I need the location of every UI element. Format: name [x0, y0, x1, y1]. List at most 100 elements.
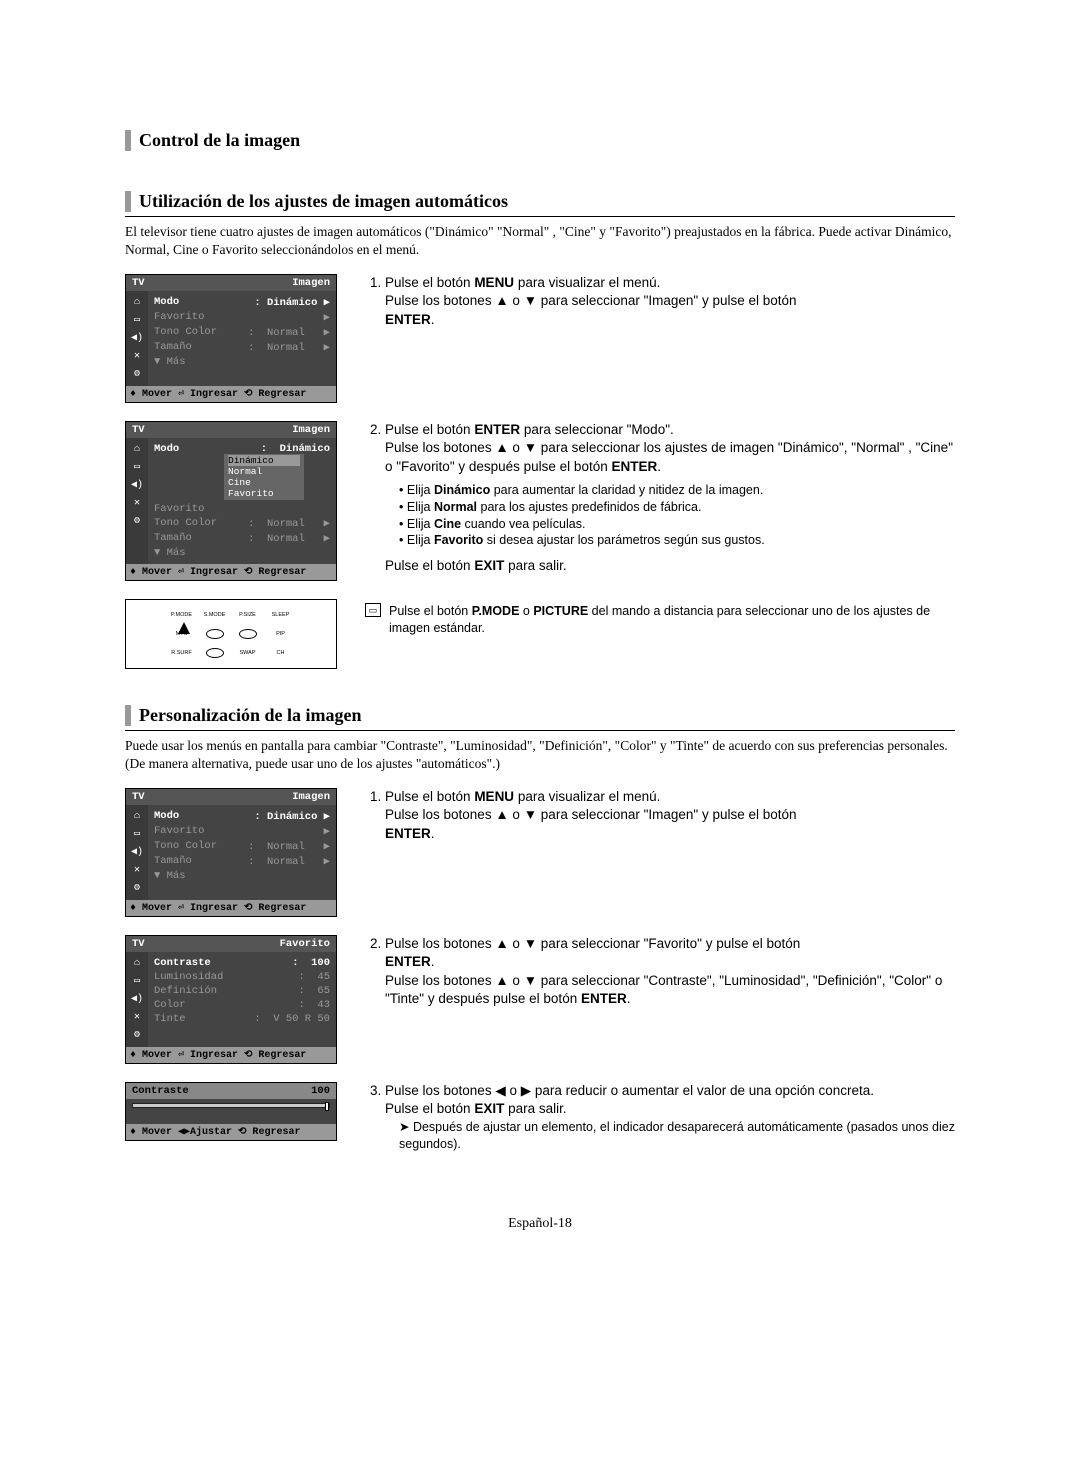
menu-tv-label: TV [132, 277, 145, 289]
intro-paragraph-2: Puede usar los menús en pantalla para ca… [125, 737, 955, 772]
menu-row-value: : Normal ▶ [248, 855, 330, 868]
menu-row-label: Tinte [154, 1013, 186, 1025]
menu-row-label: Definición [154, 985, 217, 997]
menu-title: Favorito [280, 938, 330, 950]
tv-menu-favorito: TV Favorito ⌂ ▭ ◀) ✕ ⚙ Contraste : 100 Lu… [125, 935, 337, 1064]
remote-label: SWAP [240, 650, 256, 656]
menu-row-label: Modo [154, 810, 179, 823]
page-footer: Español-18 [125, 1216, 955, 1232]
menu-row-value: : Normal ▶ [248, 517, 330, 530]
remote-oval-icon [239, 629, 257, 639]
menu-row-label: Favorito [154, 311, 204, 324]
menu-row-value: : Dinámico [261, 443, 330, 455]
picture-icon: ▭ [134, 314, 140, 326]
menu-row-label: Tono Color [154, 840, 217, 853]
menu-row-value: : V 50 R 50 [254, 1013, 330, 1025]
remote-label: CH [277, 650, 285, 656]
remote-label: R.SURF [171, 650, 191, 656]
channel-icon: ✕ [134, 864, 140, 876]
menu-footer: ♦ Mover ⏎ Ingresar ⟲ Regresar [126, 386, 336, 402]
menu-row-label: Modo [154, 296, 179, 309]
channel-icon: ✕ [134, 1011, 140, 1023]
subsection-heading: Utilización de los ajustes de imagen aut… [125, 191, 955, 212]
menu-row-label: Modo [154, 443, 179, 455]
menu-row-label: ▼ Más [154, 547, 186, 559]
menu-row-value: ▶ [324, 825, 330, 838]
menu-row-label: Tono Color [154, 517, 217, 530]
bullet-normal: Elija Normal para los ajustes predefinid… [399, 499, 955, 516]
sound-icon: ◀) [131, 993, 143, 1005]
pmode-note: ▭ Pulse el botón P.MODE o PICTURE del ma… [365, 603, 955, 637]
sound-icon: ◀) [131, 846, 143, 858]
remote-label: SLEEP [272, 612, 290, 618]
section-title: Control de la imagen [125, 130, 955, 151]
menu-row-label: Contraste [154, 957, 211, 969]
menu-footer: ♦ Mover ⏎ Ingresar ⟲ Regresar [126, 900, 336, 916]
remote-label: P.SIZE [239, 612, 256, 618]
remote-label: MTS [176, 631, 188, 637]
menu-row-label: Color [154, 999, 186, 1011]
menu-row-value: : 100 [292, 957, 330, 969]
subsection-heading-2: Personalización de la imagen [125, 705, 955, 726]
menu-row-label: ▼ Más [154, 870, 186, 882]
p3-step-1: Pulse el botón MENU para visualizar el m… [385, 788, 955, 843]
remote-label: PIP [276, 631, 285, 637]
channel-icon: ✕ [134, 497, 140, 509]
tv-icon: ⌂ [134, 958, 140, 969]
menu-row-label: Luminosidad [154, 971, 223, 983]
remote-note-icon: ▭ [365, 603, 381, 617]
p3-step-3: Pulse los botones ◀ o ▶ para reducir o a… [385, 1082, 955, 1152]
intro-paragraph: El televisor tiene cuatro ajustes de ima… [125, 223, 955, 258]
menu-row-label: Tamaño [154, 532, 192, 545]
menu-row-value: : Dinámico ▶ [254, 810, 330, 823]
bullet-dinamico: Elija Dinámico para aumentar la claridad… [399, 482, 955, 499]
slider-footer: ♦ Mover ◀▶Ajustar ⟲ Regresar [126, 1124, 336, 1140]
remote-oval-icon [206, 629, 224, 639]
mode-dropdown: Dinámico Normal Cine Favorito [224, 454, 304, 500]
remote-label: P.MODE [171, 612, 192, 618]
step-2: Pulse el botón ENTER para seleccionar "M… [385, 421, 955, 575]
menu-row-label: Favorito [154, 503, 204, 515]
menu-row-label: Tamaño [154, 855, 192, 868]
menu-row-value: : Normal ▶ [248, 840, 330, 853]
menu-tv-label: TV [132, 791, 145, 803]
sound-icon: ◀) [131, 479, 143, 491]
tv-menu-imagen-1: TV Imagen ⌂ ▭ ◀) ✕ ⚙ Modo: Dinámico ▶ Fa… [125, 274, 337, 403]
slider-thumb-icon [325, 1102, 329, 1111]
menu-footer: ♦ Mover ⏎ Ingresar ⟲ Regresar [126, 1047, 336, 1063]
menu-title: Imagen [292, 791, 330, 803]
menu-tv-label: TV [132, 938, 145, 950]
tv-icon: ⌂ [134, 297, 140, 308]
remote-oval-icon [206, 648, 224, 658]
setup-icon: ⚙ [134, 1029, 140, 1041]
slider-value: 100 [311, 1085, 330, 1097]
menu-row-value: : Dinámico ▶ [254, 296, 330, 309]
menu-row-value: : Normal ▶ [248, 326, 330, 339]
picture-icon: ▭ [134, 975, 140, 987]
menu-row-label: Tono Color [154, 326, 217, 339]
menu-row-label: Tamaño [154, 341, 192, 354]
tv-icon: ⌂ [134, 444, 140, 455]
setup-icon: ⚙ [134, 368, 140, 380]
menu-row-value: ▶ [324, 311, 330, 324]
menu-row-value: : 65 [298, 985, 330, 997]
menu-tv-label: TV [132, 424, 145, 436]
tv-menu-imagen-3: TV Imagen ⌂ ▭ ◀) ✕ ⚙ Modo : Dinámico ▶ Fa… [125, 788, 337, 917]
menu-row-value: : 43 [298, 999, 330, 1011]
remote-label: S.MODE [204, 612, 226, 618]
picture-icon: ▭ [134, 828, 140, 840]
setup-icon: ⚙ [134, 882, 140, 894]
sound-icon: ◀) [131, 332, 143, 344]
menu-title: Imagen [292, 424, 330, 436]
tv-menu-imagen-2: TV Imagen ⌂ ▭ ◀) ✕ ⚙ Modo: Dinámico Diná… [125, 421, 337, 581]
remote-diagram: P.MODE S.MODE P.SIZE SLEEP MTS PIP R.SUR… [125, 599, 337, 669]
contrast-slider: Contraste 100 ♦ Mover ◀▶Ajustar ⟲ Regres… [125, 1082, 337, 1141]
channel-icon: ✕ [134, 350, 140, 362]
bullet-favorito: Elija Favorito si desea ajustar los pará… [399, 532, 955, 549]
picture-icon: ▭ [134, 461, 140, 473]
menu-row-label: Favorito [154, 825, 204, 838]
menu-row-value: : Normal ▶ [248, 532, 330, 545]
step-1: Pulse el botón MENU para visualizar el m… [385, 274, 955, 329]
menu-row-label: ▼ Más [154, 356, 186, 368]
tv-icon: ⌂ [134, 811, 140, 822]
